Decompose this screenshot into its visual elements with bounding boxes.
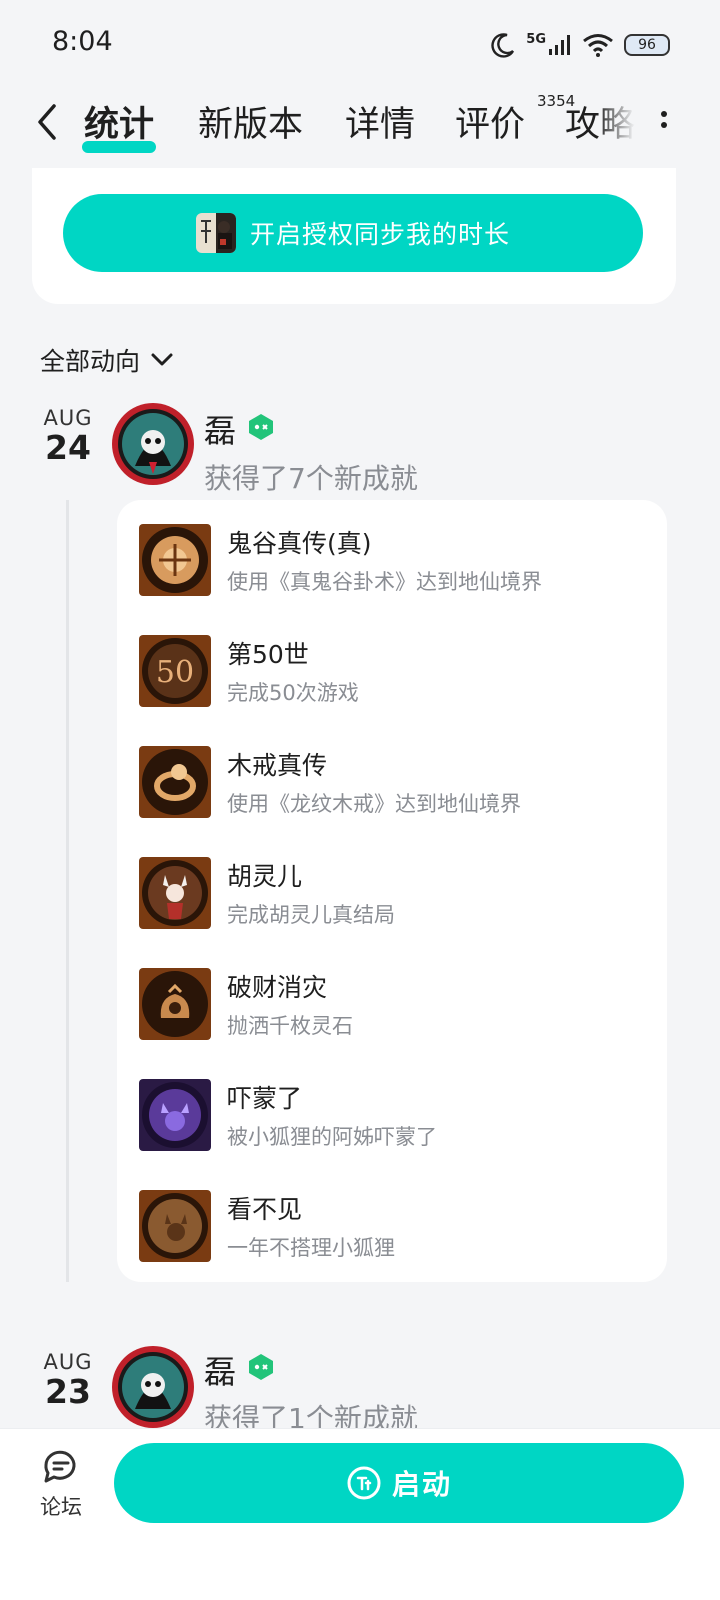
wifi-icon: [583, 34, 613, 57]
status-bar: 8:04 5G 96: [0, 0, 720, 86]
achievement-item[interactable]: 50 第50世 完成50次游戏: [139, 635, 649, 707]
tab-stats[interactable]: 统计: [82, 96, 157, 153]
achievement-title: 看不见: [227, 1195, 303, 1224]
sync-playtime-button[interactable]: 开启授权同步我的时长: [63, 194, 643, 272]
achievement-title: 破财消灾: [227, 973, 328, 1002]
gamepad-badge-icon: [249, 414, 273, 440]
number-50-emblem-icon: 50: [139, 635, 211, 707]
feed-date: AUG 23: [33, 1350, 103, 1411]
feed-date: AUG 24: [33, 406, 103, 467]
sync-playtime-label: 开启授权同步我的时长: [249, 220, 510, 249]
user-avatar[interactable]: [111, 402, 195, 486]
fox-spirit-icon: [139, 1079, 211, 1151]
game-thumbnail-icon: [195, 213, 236, 253]
date-month: AUG: [43, 1350, 93, 1374]
tab-stats-label: 统计: [84, 105, 155, 145]
timeline-line: [66, 500, 69, 1282]
achievement-title: 第50世: [227, 640, 309, 669]
achievement-desc: 抛洒千枚灵石: [227, 1014, 353, 1038]
user-name[interactable]: 磊: [204, 1347, 236, 1393]
achievement-title: 木戒真传: [227, 751, 328, 780]
achievement-item[interactable]: 破财消灾 抛洒千枚灵石: [139, 968, 649, 1040]
achievement-item[interactable]: 鬼谷真传(真) 使用《真鬼谷卦术》达到地仙境界: [139, 524, 649, 596]
tab-new-version[interactable]: 新版本: [198, 96, 303, 147]
chevron-down-icon: [151, 353, 173, 366]
achievement-desc: 完成50次游戏: [227, 681, 359, 705]
forum-chat-icon: [44, 1450, 76, 1483]
achievement-item[interactable]: 木戒真传 使用《龙纹木戒》达到地仙境界: [139, 746, 649, 818]
shadow-fox-emblem-icon: [139, 1190, 211, 1262]
fox-girl-portrait-icon: [139, 857, 211, 929]
achievement-desc: 使用《真鬼谷卦术》达到地仙境界: [227, 570, 542, 594]
achievement-title: 胡灵儿: [227, 862, 303, 891]
more-menu-icon[interactable]: [658, 106, 670, 140]
forum-button[interactable]: 论坛: [30, 1447, 92, 1521]
launch-button[interactable]: 启动: [114, 1443, 684, 1523]
signal-icon: [549, 35, 570, 55]
launch-label: 启动: [391, 1468, 452, 1501]
svg-text:50: 50: [156, 655, 194, 690]
achievement-desc: 一年不搭理小狐狸: [227, 1236, 395, 1260]
achievement-title: 吓蒙了: [227, 1084, 303, 1113]
user-avatar[interactable]: [111, 1345, 195, 1429]
achievement-list-card: 鬼谷真传(真) 使用《真鬼谷卦术》达到地仙境界 50 第50世 完成50次游戏 …: [117, 500, 667, 1282]
top-nav: 统计 新版本 详情 评价 3354 攻略: [0, 86, 720, 168]
date-day: 23: [45, 1372, 91, 1411]
taiji-emblem-icon: [139, 524, 211, 596]
ring-emblem-icon: [139, 746, 211, 818]
tap-logo-icon: [347, 1466, 381, 1500]
activity-filter-dropdown[interactable]: 全部动向: [40, 342, 174, 378]
gamepad-badge-icon: [249, 1354, 273, 1380]
forum-label: 论坛: [40, 1495, 82, 1519]
user-name[interactable]: 磊: [204, 406, 236, 452]
bottom-action-bar: 论坛 启动: [0, 1428, 720, 1600]
achievement-desc: 完成胡灵儿真结局: [227, 903, 395, 927]
battery-level: 96: [638, 37, 656, 53]
status-icons: 5G 96: [490, 28, 670, 62]
status-time: 8:04: [52, 26, 113, 57]
tab-details[interactable]: 详情: [345, 96, 415, 147]
achievement-desc: 使用《龙纹木戒》达到地仙境界: [227, 792, 521, 816]
achievement-item[interactable]: 胡灵儿 完成胡灵儿真结局: [139, 857, 649, 929]
date-month: AUG: [43, 406, 93, 430]
achievement-item[interactable]: 看不见 一年不搭理小狐狸: [139, 1190, 649, 1262]
date-day: 24: [45, 428, 91, 467]
network-type: 5G: [526, 31, 546, 47]
battery-indicator: 96: [624, 34, 670, 56]
achievement-title: 鬼谷真传(真): [227, 529, 372, 558]
filter-label: 全部动向: [40, 347, 141, 376]
tab-reviews[interactable]: 评价: [455, 96, 525, 147]
moon-icon: [491, 33, 515, 58]
feed-event-text: 获得了7个新成就: [204, 462, 418, 495]
back-icon[interactable]: [30, 100, 66, 144]
achievement-desc: 被小狐狸的阿姊吓蒙了: [227, 1125, 437, 1149]
money-pouch-emblem-icon: [139, 968, 211, 1040]
tab-guides[interactable]: 攻略: [565, 96, 635, 147]
achievement-item[interactable]: 吓蒙了 被小狐狸的阿姊吓蒙了: [139, 1079, 649, 1151]
auth-card: 开启授权同步我的时长: [32, 168, 676, 304]
